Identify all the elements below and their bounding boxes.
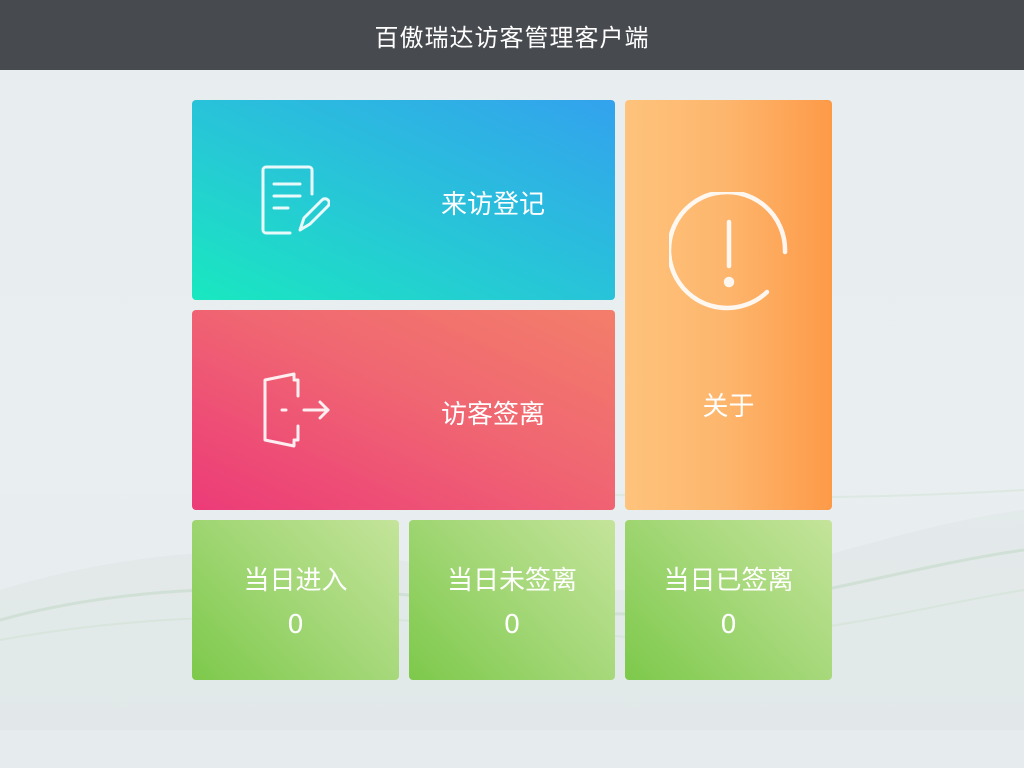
stat-title: 当日进入 [243, 566, 348, 596]
stat-not-signed-out-today: 当日未签离 0 [409, 520, 615, 680]
stat-title: 当日未签离 [446, 566, 577, 596]
about-tile[interactable]: 关于 [625, 100, 832, 510]
stat-value: 0 [720, 610, 737, 640]
alert-circle-icon [669, 192, 789, 314]
stat-signed-out-today: 当日已签离 0 [625, 520, 832, 680]
register-visit-tile[interactable]: 来访登记 [192, 100, 615, 300]
visitor-signout-label: 访客签离 [441, 400, 546, 430]
visitor-signout-tile[interactable]: 访客签离 [192, 310, 615, 510]
stat-title: 当日已签离 [663, 566, 794, 596]
stat-value: 0 [503, 610, 521, 640]
stat-value: 0 [287, 610, 304, 640]
stat-entered-today: 当日进入 0 [192, 520, 399, 680]
app-title: 百傲瑞达访客管理客户端 [374, 23, 650, 52]
register-visit-label: 来访登记 [441, 190, 546, 220]
edit-document-icon [260, 164, 330, 236]
about-label: 关于 [702, 392, 755, 422]
exit-door-icon [260, 370, 332, 450]
app-title-bar: 百傲瑞达访客管理客户端 [0, 0, 1024, 70]
